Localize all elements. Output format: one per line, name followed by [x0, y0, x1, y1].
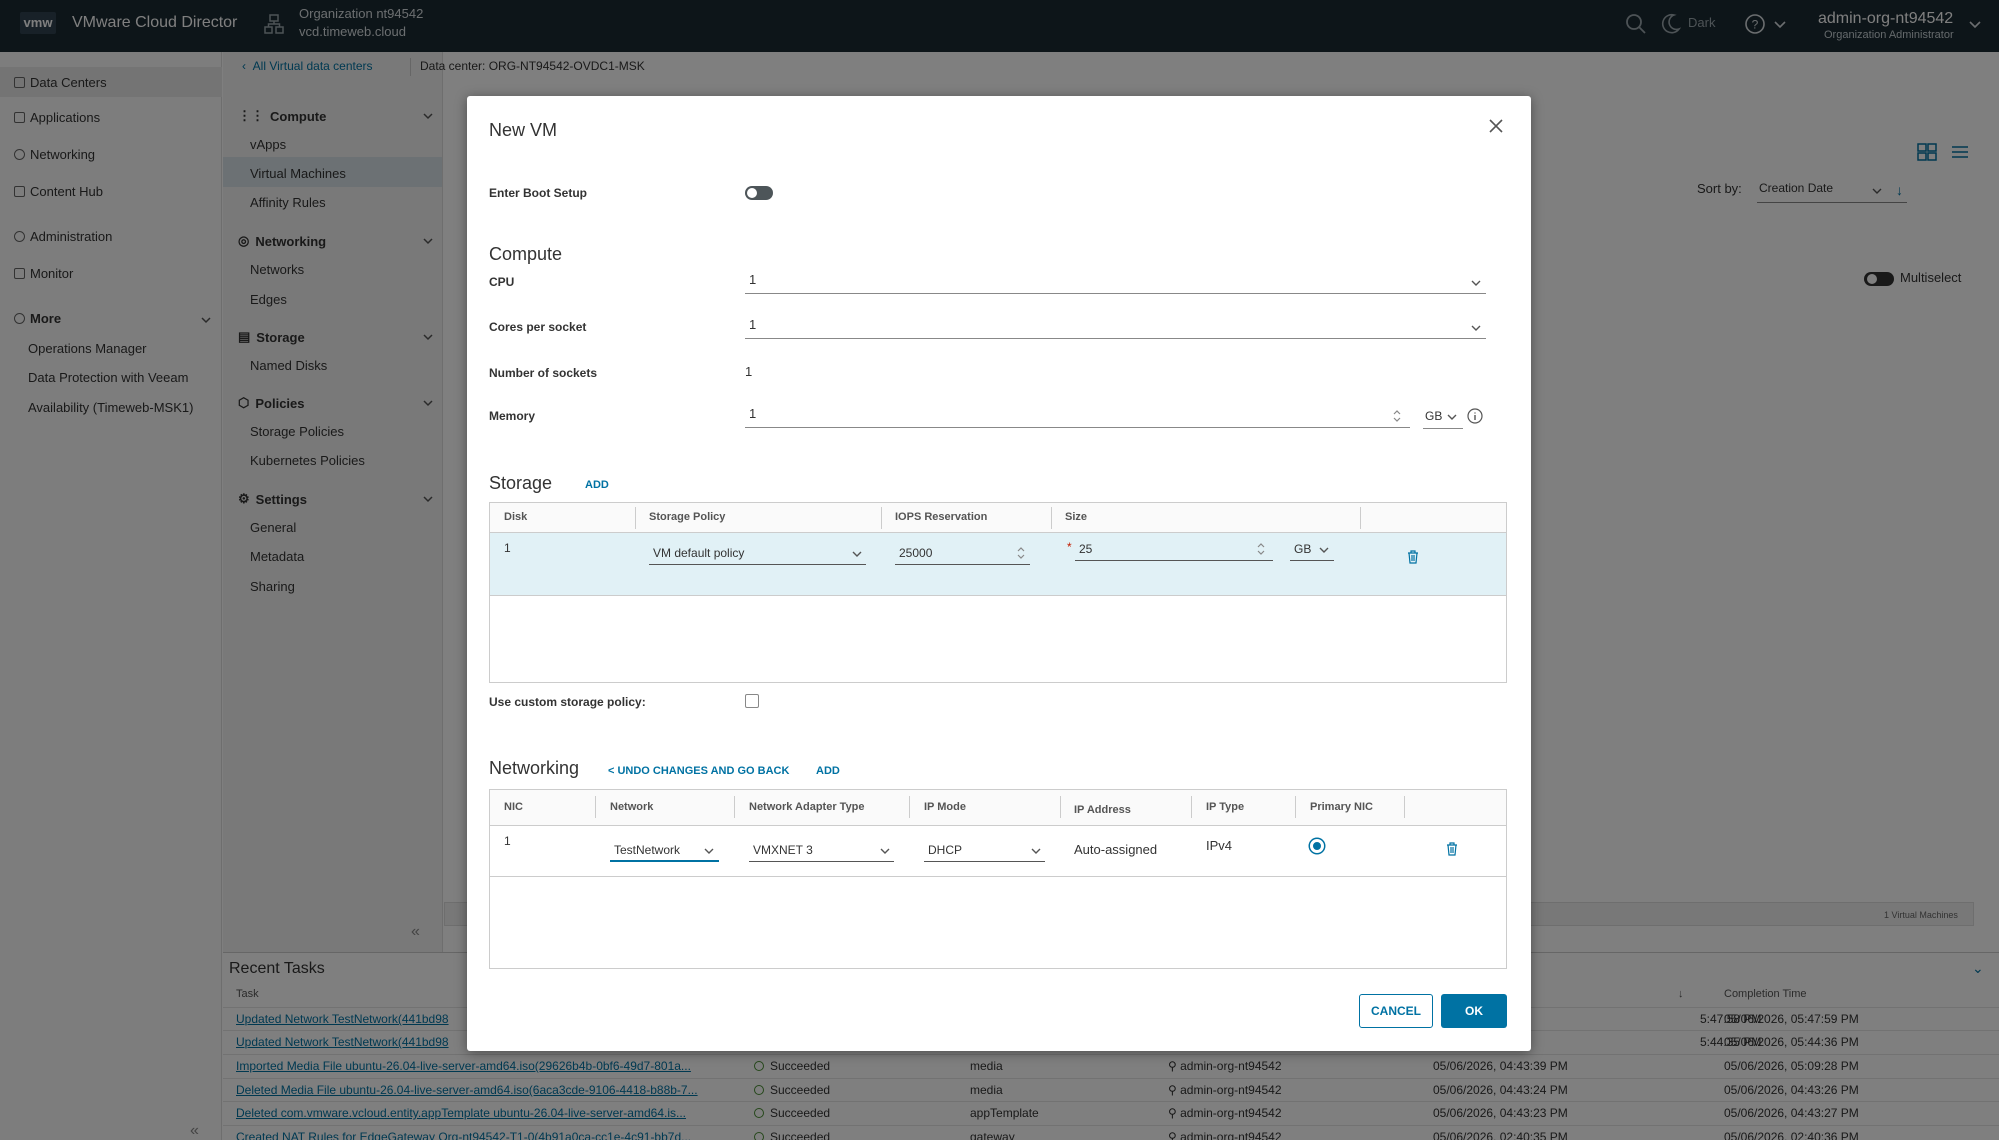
column-ip-type: IP Type	[1206, 801, 1245, 813]
column-divider	[1051, 507, 1052, 529]
trash-icon[interactable]	[1446, 842, 1458, 856]
network-select[interactable]: TestNetwork	[610, 840, 719, 862]
cores-per-socket-select[interactable]: 1	[745, 317, 1486, 339]
custom-storage-policy-checkbox[interactable]	[745, 694, 759, 708]
nic-number: 1	[504, 834, 511, 848]
info-icon[interactable]	[1467, 408, 1483, 424]
adapter-type-select[interactable]: VMXNET 3	[749, 840, 894, 862]
memory-input[interactable]: 1	[745, 406, 1410, 428]
cpu-select[interactable]: 1	[745, 272, 1486, 294]
stepper-icon[interactable]	[1256, 541, 1266, 557]
column-divider	[595, 796, 596, 818]
column-divider	[1360, 507, 1361, 529]
iops-input[interactable]: 25000	[895, 543, 1030, 565]
storage-table-header: Disk Storage Policy IOPS Reservation Siz…	[490, 503, 1506, 533]
chevron-down-icon[interactable]	[704, 846, 714, 856]
column-divider	[635, 507, 636, 529]
chevron-down-icon[interactable]	[1471, 323, 1481, 333]
network-row: 1 TestNetwork VMXNET 3 DHCP Auto-assigne…	[490, 826, 1506, 877]
networking-table-header: NIC Network Network Adapter Type IP Mode…	[490, 790, 1506, 826]
networking-add-link[interactable]: ADD	[816, 765, 840, 777]
networking-heading: Networking	[489, 758, 580, 778]
column-divider	[1404, 796, 1405, 818]
stepper-icon[interactable]	[1392, 408, 1402, 424]
memory-unit-underline	[1423, 428, 1463, 429]
storage-row: 1 VM default policy 25000 * 25 GB	[490, 533, 1506, 596]
chevron-down-icon[interactable]	[1031, 846, 1041, 856]
column-divider	[1191, 796, 1192, 818]
column-storage-policy: Storage Policy	[649, 511, 726, 523]
storage-heading: Storage	[489, 473, 553, 493]
column-ip-address: IP Address	[1074, 804, 1131, 816]
storage-table: Disk Storage Policy IOPS Reservation Siz…	[489, 502, 1507, 683]
column-divider	[734, 796, 735, 818]
chevron-down-icon[interactable]	[1447, 412, 1457, 422]
column-size: Size	[1065, 511, 1088, 523]
column-divider	[881, 507, 882, 529]
new-vm-dialog: New VM Enter Boot Setup Compute CPU 1 Co…	[467, 96, 1531, 1051]
storage-policy-select[interactable]: VM default policy	[649, 543, 866, 565]
compute-heading: Compute	[489, 244, 563, 264]
storage-add-link[interactable]: ADD	[585, 479, 609, 491]
ok-button[interactable]: OK	[1441, 994, 1507, 1028]
chevron-down-icon[interactable]	[1471, 278, 1481, 288]
number-of-sockets-label: Number of sockets	[489, 366, 598, 380]
ip-address-value: Auto-assigned	[1074, 842, 1158, 857]
column-divider	[1295, 796, 1296, 818]
cancel-button[interactable]: CANCEL	[1359, 994, 1433, 1028]
chevron-down-icon[interactable]	[880, 846, 890, 856]
dialog-title: New VM	[489, 120, 558, 140]
ip-mode-select[interactable]: DHCP	[924, 840, 1045, 862]
column-ip-mode: IP Mode	[924, 801, 966, 813]
column-network: Network	[610, 801, 654, 813]
networking-table: NIC Network Network Adapter Type IP Mode…	[489, 789, 1507, 969]
column-adapter-type: Network Adapter Type	[749, 801, 865, 813]
boot-setup-toggle[interactable]	[745, 186, 773, 200]
column-nic: NIC	[504, 801, 523, 813]
column-disk: Disk	[504, 511, 528, 523]
chevron-down-icon[interactable]	[1319, 545, 1329, 555]
disk-number: 1	[504, 541, 511, 555]
memory-unit-select[interactable]: GB	[1425, 409, 1442, 423]
column-divider	[1060, 796, 1061, 818]
cpu-label: CPU	[489, 275, 515, 289]
column-iops: IOPS Reservation	[895, 511, 988, 523]
ip-type-value: IPv4	[1206, 838, 1233, 853]
column-primary-nic: Primary NIC	[1310, 801, 1373, 813]
custom-storage-policy-label: Use custom storage policy:	[489, 695, 646, 709]
number-of-sockets-value: 1	[745, 364, 753, 379]
stepper-icon[interactable]	[1016, 545, 1026, 561]
required-indicator: *	[1067, 540, 1072, 554]
trash-icon[interactable]	[1407, 550, 1419, 564]
memory-label: Memory	[489, 409, 536, 423]
close-icon[interactable]	[1488, 118, 1504, 134]
column-divider	[909, 796, 910, 818]
cores-per-socket-label: Cores per socket	[489, 320, 587, 334]
chevron-down-icon[interactable]	[852, 549, 862, 559]
size-input[interactable]: 25	[1075, 539, 1273, 561]
undo-changes-link[interactable]: < UNDO CHANGES AND GO BACK	[608, 765, 789, 777]
primary-nic-radio[interactable]	[1310, 839, 1324, 853]
boot-setup-label: Enter Boot Setup	[489, 186, 587, 200]
